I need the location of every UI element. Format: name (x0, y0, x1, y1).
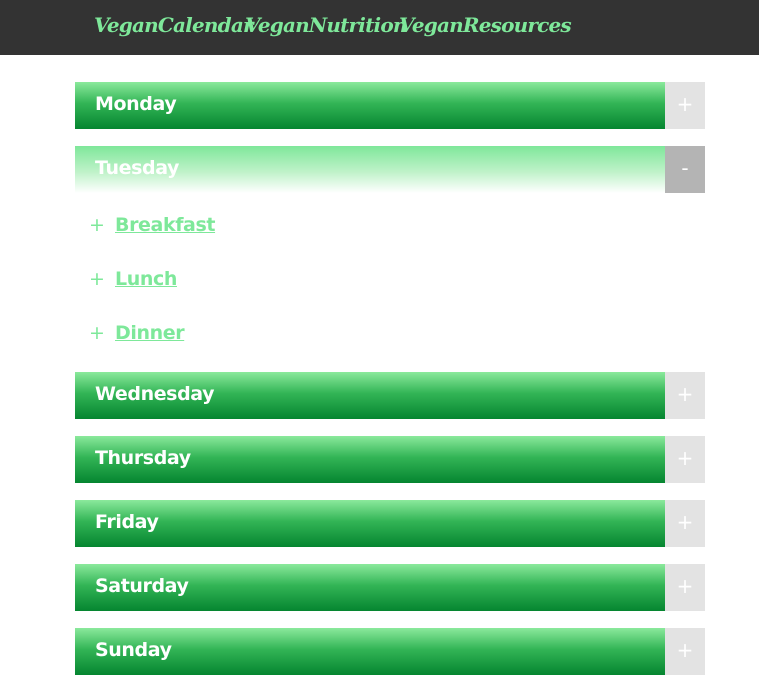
expand-plus-icon[interactable]: + (89, 268, 105, 290)
day-header-tuesday[interactable]: Tuesday (75, 146, 665, 193)
day-label-friday: Friday (95, 511, 159, 533)
day-section-tuesday: Tuesday - (75, 146, 705, 193)
expand-toggle-friday[interactable]: + (665, 500, 705, 547)
nav-link-vegan-calendar[interactable]: VeganCalendar (94, 13, 254, 37)
meal-link-dinner[interactable]: Dinner (115, 322, 185, 344)
day-label-monday: Monday (95, 93, 177, 115)
day-header-sunday[interactable]: Sunday (75, 628, 665, 675)
expand-plus-icon[interactable]: + (89, 214, 105, 236)
day-header-thursday[interactable]: Thursday (75, 436, 665, 483)
nav-link-vegan-resources[interactable]: VeganResources (399, 13, 572, 37)
expand-toggle-thursday[interactable]: + (665, 436, 705, 483)
expand-toggle-saturday[interactable]: + (665, 564, 705, 611)
day-header-saturday[interactable]: Saturday (75, 564, 665, 611)
top-navigation-bar: VeganCalendar VeganNutrition VeganResour… (0, 0, 759, 55)
day-header-monday[interactable]: Monday (75, 82, 665, 129)
nav-link-vegan-nutrition[interactable]: VeganNutrition (245, 13, 407, 37)
expand-toggle-wednesday[interactable]: + (665, 372, 705, 419)
day-label-tuesday: Tuesday (95, 157, 180, 179)
day-label-sunday: Sunday (95, 639, 172, 661)
day-section-friday: Friday + (75, 500, 705, 547)
day-section-sunday: Sunday + (75, 628, 705, 675)
expand-toggle-monday[interactable]: + (665, 82, 705, 129)
day-header-wednesday[interactable]: Wednesday (75, 372, 665, 419)
expand-plus-icon[interactable]: + (89, 322, 105, 344)
meal-link-breakfast[interactable]: Breakfast (115, 214, 215, 236)
day-label-thursday: Thursday (95, 447, 191, 469)
day-section-thursday: Thursday + (75, 436, 705, 483)
day-label-wednesday: Wednesday (95, 383, 215, 405)
day-header-friday[interactable]: Friday (75, 500, 665, 547)
collapse-toggle-tuesday[interactable]: - (665, 146, 705, 193)
day-section-saturday: Saturday + (75, 564, 705, 611)
day-section-monday: Monday + (75, 82, 705, 129)
day-label-saturday: Saturday (95, 575, 189, 597)
day-section-wednesday: Wednesday + (75, 372, 705, 419)
expand-toggle-sunday[interactable]: + (665, 628, 705, 675)
meal-link-lunch[interactable]: Lunch (115, 268, 177, 290)
